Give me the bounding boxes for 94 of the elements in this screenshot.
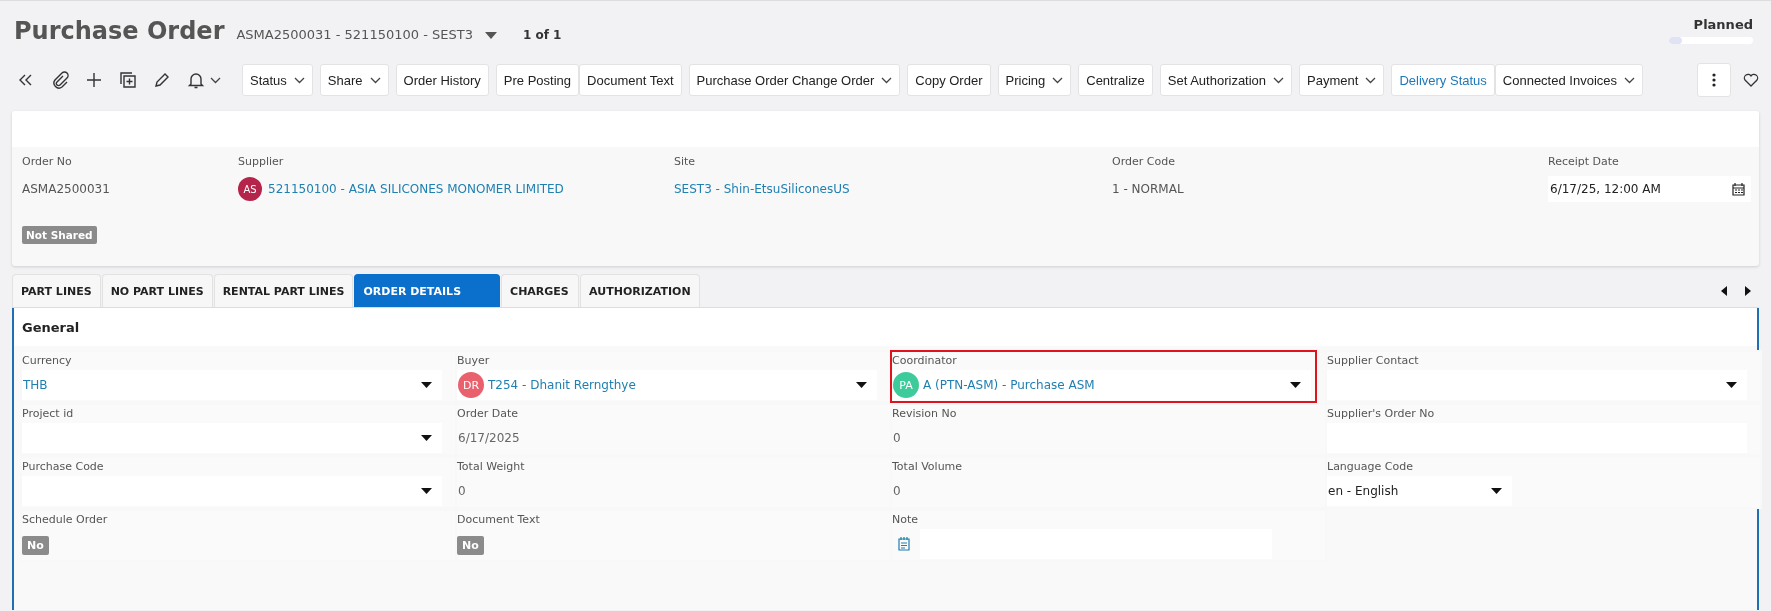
field-label: Revision No — [892, 407, 958, 421]
field-value: 0 — [457, 484, 466, 498]
page-title: Purchase Order — [14, 17, 225, 45]
field-label: Order Date — [457, 407, 520, 421]
calendar-icon[interactable] — [1732, 182, 1745, 196]
toolbar-button[interactable]: Pricing — [997, 64, 1072, 96]
field-label: Currency — [22, 354, 73, 368]
dropdown-arrow-icon — [1290, 382, 1301, 388]
caret-icon — [210, 76, 221, 84]
dropdown-arrow-icon — [421, 488, 432, 494]
avatar: DR — [458, 372, 484, 398]
dropdown-arrow-icon — [1726, 382, 1737, 388]
field-label: Supplier — [238, 155, 285, 168]
scroll-left-icon[interactable] — [1721, 285, 1727, 296]
section-title: General — [22, 319, 80, 335]
toolbar-button[interactable]: Document Text — [579, 64, 682, 96]
field-label: Document Text — [457, 513, 541, 527]
field-label: Note — [892, 513, 920, 527]
record-selector[interactable]: ASMA2500031 - 521150100 - SEST3 — [236, 27, 473, 42]
caret-icon — [1365, 76, 1377, 84]
field-label: Supplier's Order No — [1327, 407, 1436, 421]
toolbar-icon-button[interactable] — [50, 70, 70, 90]
field-label: Total Weight — [457, 460, 526, 474]
dropdown-field[interactable]: en - English — [1327, 476, 1512, 506]
toolbar-button[interactable]: Centralize — [1078, 64, 1153, 96]
date-field[interactable]: 6/17/25, 12:00 AM — [1548, 176, 1751, 202]
toolbar-icon-button[interactable] — [118, 70, 138, 90]
toolbar-button[interactable]: Share — [319, 64, 389, 96]
notepad-icon[interactable] — [898, 537, 910, 551]
scroll-right-icon[interactable] — [1745, 285, 1751, 296]
dropdown-field[interactable]: THB — [22, 370, 442, 400]
toolbar-button[interactable]: Order History — [395, 64, 489, 96]
dropdown-field[interactable] — [1327, 370, 1747, 400]
field-label: Order Code — [1112, 155, 1176, 168]
toolbar-button[interactable]: Set Authorization — [1159, 64, 1293, 96]
field-value: 6/17/2025 — [457, 431, 520, 445]
toolbar-button[interactable]: Purchase Order Change Order — [688, 64, 901, 96]
shared-status-badge: Not Shared — [22, 226, 97, 244]
dropdown-field[interactable] — [22, 476, 442, 506]
plus-icon — [84, 70, 104, 90]
field-label: Receipt Date — [1548, 155, 1620, 168]
avatar: PA — [893, 372, 919, 398]
record-counter: 1 of 1 — [522, 28, 562, 42]
tab[interactable]: ORDER DETAILS — [354, 274, 501, 307]
dropdown-field[interactable]: PA A (PTN-ASM) - Purchase ASM — [892, 370, 1311, 400]
status-label: Planned — [1693, 17, 1753, 32]
field-value: 0 — [892, 431, 901, 445]
toolbar-button[interactable]: Pre Posting — [495, 64, 580, 96]
field-value: ASMA2500031 — [22, 182, 110, 196]
dropdown-arrow-icon — [421, 435, 432, 441]
toolbar-button[interactable]: Status — [242, 64, 313, 96]
toolbar-button[interactable]: Payment — [1299, 64, 1385, 96]
dropdown-arrow-icon — [421, 382, 432, 388]
caret-icon — [881, 76, 893, 84]
field-label: Buyer — [457, 354, 491, 368]
caret-icon — [1624, 76, 1635, 84]
avatar: AS — [238, 177, 262, 201]
dropdown-field[interactable] — [22, 423, 442, 453]
caret-icon — [293, 76, 305, 84]
field-label: Purchase Code — [22, 460, 105, 474]
toolbar-icon-button[interactable] — [186, 70, 221, 90]
dropdown-field[interactable]: DR T254 - Dhanit Rerngthye — [457, 370, 877, 400]
field-label: Site — [674, 155, 697, 168]
field-label: Schedule Order — [22, 513, 109, 527]
dropdown-arrow-icon — [856, 382, 867, 388]
field-value: 0 — [892, 484, 901, 498]
heart-icon[interactable] — [1743, 73, 1759, 87]
site-link[interactable]: SEST3 - Shin-EtsuSiliconesUS — [674, 182, 850, 196]
vertical-dots-icon — [1712, 73, 1716, 87]
paperclip-icon — [50, 70, 70, 90]
field-label: Coordinator — [892, 354, 958, 368]
toolbar-button[interactable]: Delivery Status — [1391, 64, 1495, 96]
supplier-link[interactable]: 521150100 - ASIA SILICONES MONOMER LIMITED — [268, 182, 564, 196]
tab[interactable]: CHARGES — [501, 274, 580, 307]
toolbar-button[interactable]: Connected Invoices — [1494, 64, 1643, 96]
field-label: Supplier Contact — [1327, 354, 1420, 368]
field-label: Total Volume — [892, 460, 964, 474]
toolbar-icon-button[interactable] — [84, 70, 104, 90]
field-value: 1 - NORMAL — [1112, 182, 1184, 196]
tab[interactable]: RENTAL PART LINES — [213, 274, 354, 307]
tab[interactable]: PART LINES — [12, 274, 101, 307]
duplicate-icon — [118, 70, 138, 90]
tab[interactable]: NO PART LINES — [101, 274, 213, 307]
caret-icon — [1273, 76, 1285, 84]
tab[interactable]: AUTHORIZATION — [580, 274, 700, 307]
field-label: Language Code — [1327, 460, 1414, 474]
field-label: Order No — [22, 155, 73, 168]
caret-icon — [1052, 76, 1064, 84]
dropdown-arrow-icon[interactable] — [484, 32, 497, 39]
field-label: Project id — [22, 407, 75, 421]
caret-icon — [369, 76, 381, 84]
toolbar-button[interactable]: Copy Order — [907, 64, 991, 96]
dropdown-arrow-icon — [1491, 488, 1502, 494]
bell-icon — [186, 70, 206, 90]
